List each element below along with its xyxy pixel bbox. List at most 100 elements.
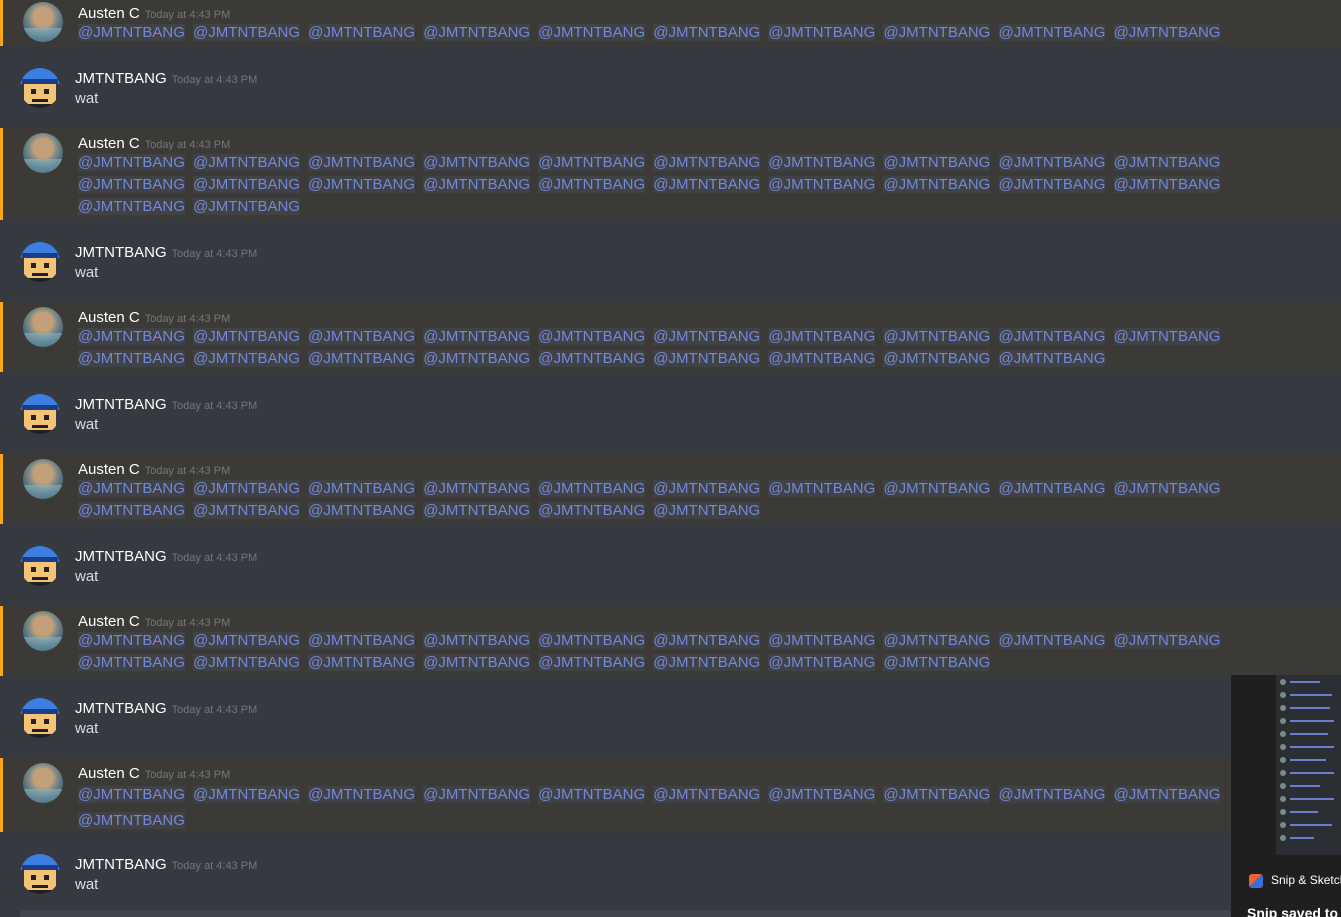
snip-thumbnail[interactable] <box>1276 675 1341 855</box>
author-name[interactable]: Austen C <box>78 5 140 22</box>
user-mention[interactable]: @JMTNTBANG <box>998 328 1106 345</box>
user-mention[interactable]: @JMTNTBANG <box>78 176 185 193</box>
user-mention[interactable]: @JMTNTBANG <box>1113 480 1221 497</box>
user-mention[interactable]: @JMTNTBANG <box>998 154 1106 171</box>
user-mention[interactable]: @JMTNTBANG <box>998 350 1106 367</box>
message-group[interactable]: Austen C Today at 4:43 PM @JMTNTBANG @JMT… <box>0 606 1341 676</box>
user-mention[interactable]: @JMTNTBANG <box>78 502 185 519</box>
user-mention[interactable]: @JMTNTBANG <box>308 786 416 803</box>
message-group[interactable]: JMTNTBANG Today at 4:43 PM wat <box>0 536 1341 600</box>
user-mention[interactable]: @JMTNTBANG <box>308 632 416 649</box>
user-mention[interactable]: @JMTNTBANG <box>78 198 185 215</box>
message-group[interactable]: JMTNTBANG Today at 4:43 PM wat <box>0 232 1341 296</box>
author-name[interactable]: JMTNTBANG <box>75 244 167 261</box>
avatar[interactable] <box>20 394 60 434</box>
user-mention[interactable]: @JMTNTBANG <box>423 632 531 649</box>
user-mention[interactable]: @JMTNTBANG <box>883 480 991 497</box>
user-mention[interactable]: @JMTNTBANG <box>538 350 646 367</box>
user-mention[interactable]: @JMTNTBANG <box>308 154 416 171</box>
user-mention[interactable]: @JMTNTBANG <box>78 350 185 367</box>
user-mention[interactable]: @JMTNTBANG <box>653 328 761 345</box>
user-mention[interactable]: @JMTNTBANG <box>423 480 531 497</box>
user-mention[interactable]: @JMTNTBANG <box>883 176 991 193</box>
user-mention[interactable]: @JMTNTBANG <box>193 154 300 171</box>
message-group[interactable]: Austen C Today at 4:43 PM @JMTNTBANG @JMT… <box>0 0 1341 46</box>
user-mention[interactable]: @JMTNTBANG <box>538 24 646 41</box>
user-mention[interactable]: @JMTNTBANG <box>768 654 876 671</box>
user-mention[interactable]: @JMTNTBANG <box>1113 786 1221 803</box>
user-mention[interactable]: @JMTNTBANG <box>78 654 185 671</box>
user-mention[interactable]: @JMTNTBANG <box>193 654 300 671</box>
avatar[interactable] <box>23 611 63 651</box>
user-mention[interactable]: @JMTNTBANG <box>423 328 531 345</box>
message-group[interactable]: Austen C Today at 4:43 PM @JMTNTBANG @JMT… <box>0 758 1341 832</box>
avatar[interactable] <box>20 854 60 894</box>
user-mention[interactable]: @JMTNTBANG <box>308 350 416 367</box>
message-group[interactable]: JMTNTBANG Today at 4:43 PM wat <box>0 58 1341 122</box>
author-name[interactable]: JMTNTBANG <box>75 70 167 87</box>
user-mention[interactable]: @JMTNTBANG <box>998 632 1106 649</box>
user-mention[interactable]: @JMTNTBANG <box>308 328 416 345</box>
user-mention[interactable]: @JMTNTBANG <box>1113 632 1221 649</box>
user-mention[interactable]: @JMTNTBANG <box>653 654 761 671</box>
author-name[interactable]: JMTNTBANG <box>75 396 167 413</box>
user-mention[interactable]: @JMTNTBANG <box>308 176 416 193</box>
user-mention[interactable]: @JMTNTBANG <box>423 786 531 803</box>
user-mention[interactable]: @JMTNTBANG <box>998 786 1106 803</box>
user-mention[interactable]: @JMTNTBANG <box>193 198 300 215</box>
user-mention[interactable]: @JMTNTBANG <box>308 24 416 41</box>
user-mention[interactable]: @JMTNTBANG <box>193 480 300 497</box>
message-group[interactable]: JMTNTBANG Today at 4:43 PM wat <box>0 844 1341 908</box>
user-mention[interactable]: @JMTNTBANG <box>768 786 876 803</box>
user-mention[interactable]: @JMTNTBANG <box>193 350 300 367</box>
user-mention[interactable]: @JMTNTBANG <box>768 24 876 41</box>
avatar[interactable] <box>23 133 63 173</box>
user-mention[interactable]: @JMTNTBANG <box>768 328 876 345</box>
user-mention[interactable]: @JMTNTBANG <box>538 480 646 497</box>
user-mention[interactable]: @JMTNTBANG <box>883 632 991 649</box>
user-mention[interactable]: @JMTNTBANG <box>653 350 761 367</box>
author-name[interactable]: Austen C <box>78 135 140 152</box>
message-group[interactable]: Austen C Today at 4:43 PM @JMTNTBANG @JMT… <box>0 454 1341 524</box>
user-mention[interactable]: @JMTNTBANG <box>423 176 531 193</box>
user-mention[interactable]: @JMTNTBANG <box>193 328 300 345</box>
message-group[interactable]: Austen C Today at 4:43 PM @JMTNTBANG @JMT… <box>0 128 1341 220</box>
author-name[interactable]: JMTNTBANG <box>75 856 167 873</box>
avatar[interactable] <box>20 68 60 108</box>
user-mention[interactable]: @JMTNTBANG <box>998 176 1106 193</box>
user-mention[interactable]: @JMTNTBANG <box>78 786 185 803</box>
message-group[interactable]: JMTNTBANG Today at 4:43 PM wat <box>0 688 1341 752</box>
avatar[interactable] <box>20 242 60 282</box>
user-mention[interactable]: @JMTNTBANG <box>538 154 646 171</box>
user-mention[interactable]: @JMTNTBANG <box>193 632 300 649</box>
user-mention[interactable]: @JMTNTBANG <box>768 350 876 367</box>
user-mention[interactable]: @JMTNTBANG <box>653 176 761 193</box>
user-mention[interactable]: @JMTNTBANG <box>1113 24 1221 41</box>
user-mention[interactable]: @JMTNTBANG <box>193 176 300 193</box>
user-mention[interactable]: @JMTNTBANG <box>78 812 185 829</box>
user-mention[interactable]: @JMTNTBANG <box>883 654 991 671</box>
user-mention[interactable]: @JMTNTBANG <box>193 502 300 519</box>
user-mention[interactable]: @JMTNTBANG <box>538 632 646 649</box>
user-mention[interactable]: @JMTNTBANG <box>653 502 761 519</box>
user-mention[interactable]: @JMTNTBANG <box>998 480 1106 497</box>
user-mention[interactable]: @JMTNTBANG <box>78 480 185 497</box>
user-mention[interactable]: @JMTNTBANG <box>1113 176 1221 193</box>
user-mention[interactable]: @JMTNTBANG <box>653 154 761 171</box>
message-input-edge[interactable] <box>20 910 1231 917</box>
user-mention[interactable]: @JMTNTBANG <box>193 24 300 41</box>
avatar[interactable] <box>23 459 63 499</box>
user-mention[interactable]: @JMTNTBANG <box>193 786 300 803</box>
user-mention[interactable]: @JMTNTBANG <box>653 24 761 41</box>
user-mention[interactable]: @JMTNTBANG <box>1113 154 1221 171</box>
user-mention[interactable]: @JMTNTBANG <box>423 154 531 171</box>
user-mention[interactable]: @JMTNTBANG <box>998 24 1106 41</box>
user-mention[interactable]: @JMTNTBANG <box>423 350 531 367</box>
user-mention[interactable]: @JMTNTBANG <box>768 480 876 497</box>
user-mention[interactable]: @JMTNTBANG <box>308 502 416 519</box>
user-mention[interactable]: @JMTNTBANG <box>768 154 876 171</box>
user-mention[interactable]: @JMTNTBANG <box>883 24 991 41</box>
avatar[interactable] <box>20 698 60 738</box>
user-mention[interactable]: @JMTNTBANG <box>78 328 185 345</box>
author-name[interactable]: JMTNTBANG <box>75 548 167 565</box>
